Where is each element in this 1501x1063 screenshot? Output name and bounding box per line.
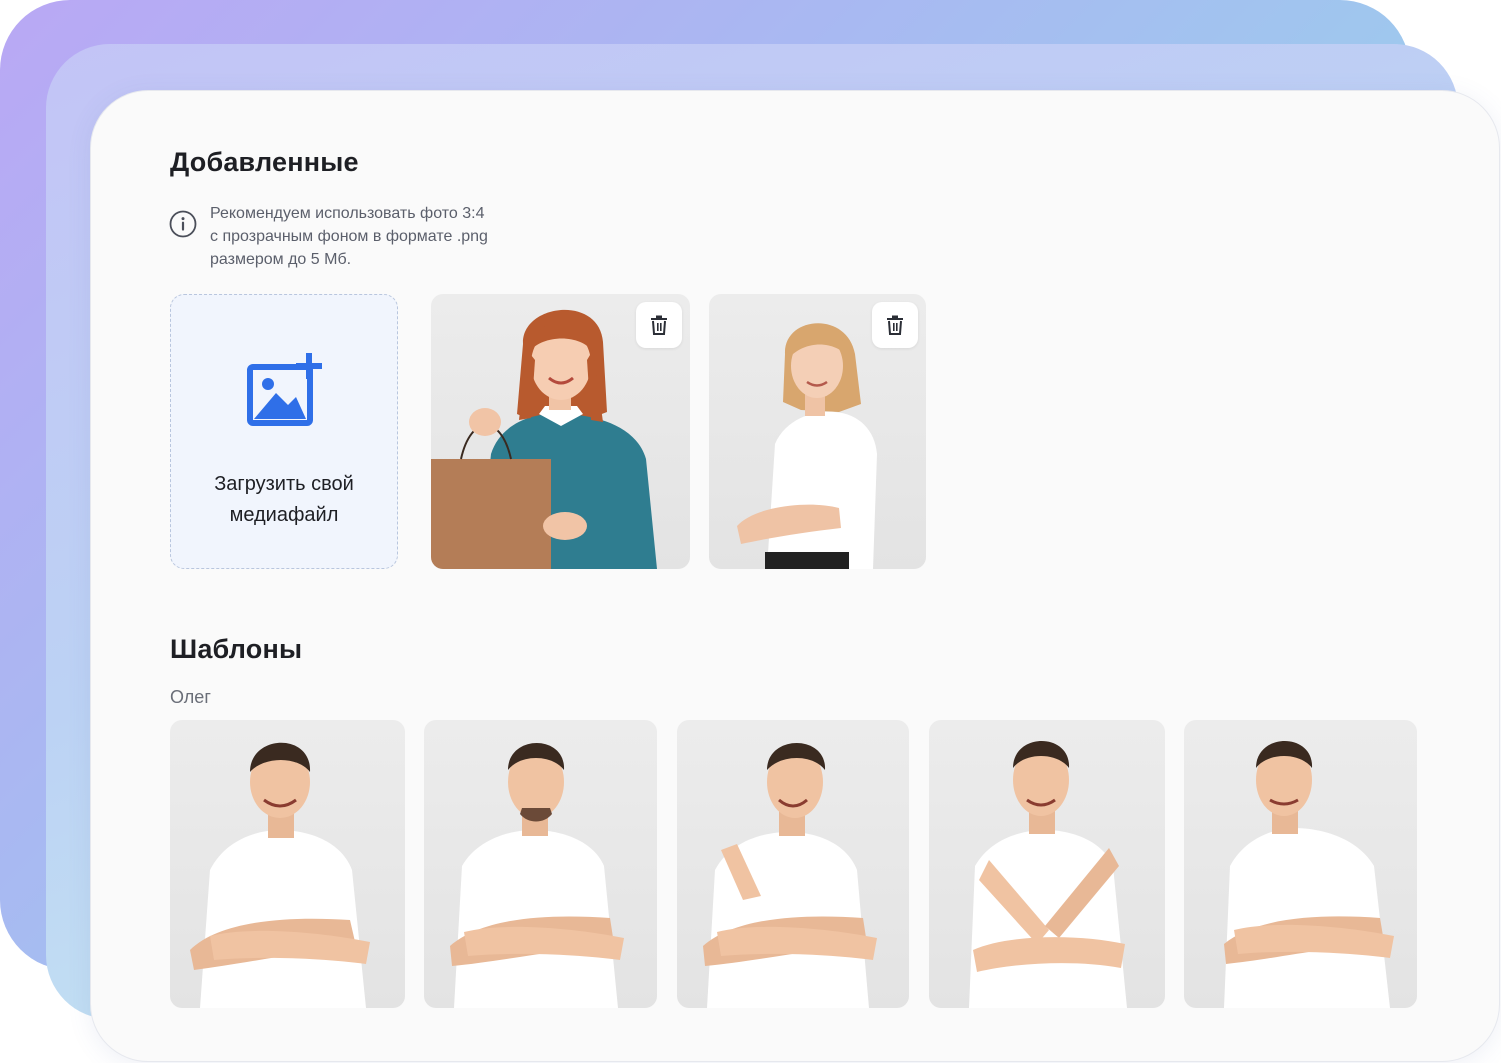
stage: Добавленные Рекомендуем использовать фот… (0, 0, 1501, 1063)
template-group-label: Олег (170, 687, 211, 707)
template-photo[interactable] (1184, 720, 1417, 1008)
recommendation-line: с прозрачным фоном в формате .png (210, 228, 488, 245)
template-photo[interactable] (929, 720, 1165, 1008)
upload-label: Загрузить свой медиафайл (171, 469, 397, 531)
upload-label-line: медиафайл (229, 504, 339, 526)
upload-recommendation: Рекомендуем использовать фото 3:4 с проз… (210, 202, 550, 271)
info-icon (169, 210, 197, 238)
template-photo[interactable] (677, 720, 909, 1008)
delete-photo-button[interactable] (636, 302, 682, 348)
add-image-icon (247, 353, 322, 426)
section-title-added: Добавленные (170, 147, 359, 177)
section-title-templates: Шаблоны (170, 634, 303, 664)
person-photo (969, 741, 1127, 1008)
person-photo (450, 743, 624, 1008)
upload-label-line: Загрузить свой (214, 473, 354, 495)
added-photo[interactable] (709, 294, 926, 569)
trash-icon (887, 315, 903, 335)
person-photo (1224, 741, 1394, 1008)
trash-icon (651, 315, 667, 335)
template-photo[interactable] (170, 720, 405, 1008)
added-photo[interactable] (431, 294, 690, 569)
person-photo (703, 743, 877, 1008)
upload-media-button[interactable]: Загрузить свой медиафайл (170, 294, 398, 569)
template-photo[interactable] (424, 720, 657, 1008)
person-photo (190, 742, 370, 1008)
recommendation-line: Рекомендуем использовать фото 3:4 (210, 205, 485, 222)
delete-photo-button[interactable] (872, 302, 918, 348)
recommendation-line: размером до 5 Мб. (210, 251, 352, 268)
